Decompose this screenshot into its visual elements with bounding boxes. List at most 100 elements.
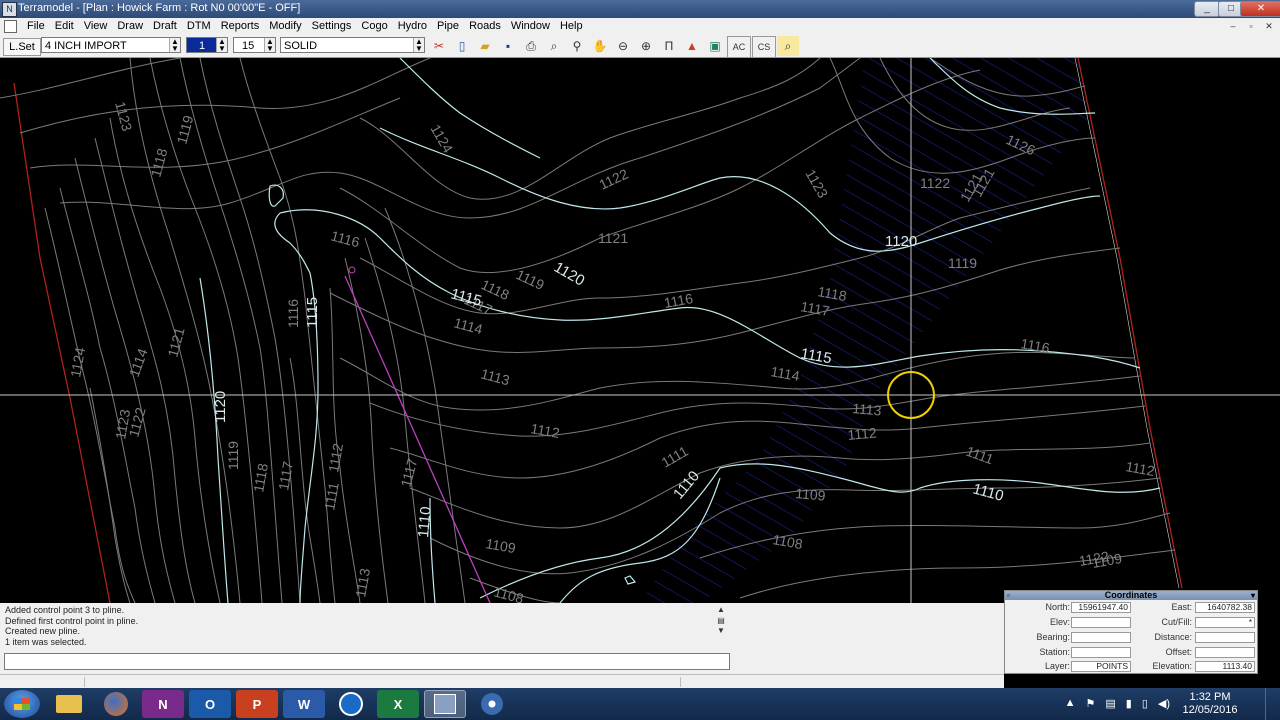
excel-icon[interactable]: X xyxy=(377,690,419,718)
layer-label: Layer: xyxy=(1044,661,1070,671)
menu-item-modify[interactable]: Modify xyxy=(264,20,306,33)
save-icon[interactable]: ▪ xyxy=(497,36,519,56)
menu-item-reports[interactable]: Reports xyxy=(216,20,265,33)
word-icon[interactable]: W xyxy=(283,690,325,718)
contour-label: 1113 xyxy=(852,400,883,418)
menu-item-help[interactable]: Help xyxy=(555,20,588,33)
bearing-field[interactable] xyxy=(1071,632,1131,643)
log-line: 1 item was selected. xyxy=(5,636,87,647)
menu-item-dtm[interactable]: DTM xyxy=(182,20,216,33)
image-icon[interactable]: ▣ xyxy=(704,36,726,56)
zoom-out-icon[interactable]: ⊖ xyxy=(612,36,634,56)
east-label: East: xyxy=(1171,602,1192,612)
network-icon[interactable]: ▮ xyxy=(1126,697,1132,710)
app-circle-icon[interactable] xyxy=(471,690,513,718)
layer-select[interactable]: 4 INCH IMPORT ▲ ▼ xyxy=(41,37,181,53)
onenote-icon[interactable]: N xyxy=(142,690,184,718)
terrain-icon[interactable]: ▲ xyxy=(681,36,703,56)
new-file-icon[interactable]: ▯ xyxy=(451,36,473,56)
menu-item-settings[interactable]: Settings xyxy=(307,20,357,33)
outlook-icon[interactable]: O xyxy=(189,690,231,718)
color-select[interactable]: 1 ▲ ▼ xyxy=(186,37,228,53)
width-spin-icon[interactable]: ▲ ▼ xyxy=(264,38,275,53)
elevation-field[interactable]: 1113.40 xyxy=(1195,661,1255,672)
mdi-restore-icon[interactable]: ▫ xyxy=(1244,20,1258,32)
menu-item-pipe[interactable]: Pipe xyxy=(432,20,464,33)
contour-label: 1112 xyxy=(1124,458,1156,479)
mdi-close-icon[interactable]: ✕ xyxy=(1262,20,1276,32)
menu-item-edit[interactable]: Edit xyxy=(50,20,79,33)
firefox-icon[interactable] xyxy=(95,690,137,718)
menu-item-view[interactable]: View xyxy=(79,20,113,33)
battery-icon[interactable]: ▯ xyxy=(1142,697,1148,710)
offset-label: Offset: xyxy=(1165,647,1192,657)
teamviewer-icon[interactable] xyxy=(330,690,372,718)
zoom-in-icon[interactable]: ⊕ xyxy=(635,36,657,56)
toolbar-icons: ✂ ▯ ▰ ▪ ⎙ ⌕ ⚲ ✋ ⊖ ⊕ Π ▲ ▣ AC CS ⌕ xyxy=(428,36,799,58)
contour-label: 1117 xyxy=(275,460,296,492)
menu-item-cogo[interactable]: Cogo xyxy=(356,20,392,33)
menu-item-window[interactable]: Window xyxy=(506,20,555,33)
north-field[interactable]: 15961947.40 xyxy=(1071,602,1131,613)
show-hidden-icon[interactable]: ▲ xyxy=(1065,697,1076,710)
file-explorer-icon[interactable] xyxy=(48,690,90,718)
lset-button[interactable]: L.Set xyxy=(3,38,41,56)
ac-icon[interactable]: AC xyxy=(727,36,751,58)
menu-item-file[interactable]: File xyxy=(22,20,50,33)
start-button[interactable] xyxy=(4,690,40,718)
flag-icon[interactable]: ⚑ xyxy=(1085,697,1095,710)
offset-field[interactable] xyxy=(1195,647,1255,658)
elev-field[interactable] xyxy=(1071,617,1131,628)
menu-item-hydro[interactable]: Hydro xyxy=(393,20,432,33)
layer-field[interactable]: POINTS xyxy=(1071,661,1131,672)
powerpoint-icon[interactable]: P xyxy=(236,690,278,718)
clock[interactable]: 1:32 PM 12/05/2016 xyxy=(1180,691,1240,717)
drawing-canvas[interactable]: 1124 1123 1121 1122 1123 1126 1116 1119 1120 1118… xyxy=(0,58,1280,603)
panel-close-icon[interactable]: ▾ xyxy=(1251,591,1255,600)
cutfill-field[interactable]: * xyxy=(1195,617,1255,628)
contour-label: 1120 xyxy=(551,259,587,290)
contour-label: 1119 xyxy=(948,255,977,271)
boundary-line-left xyxy=(13,82,111,603)
panel-menu-icon[interactable]: ▫ xyxy=(1007,591,1010,600)
close-button[interactable]: ✕ xyxy=(1240,1,1280,17)
minimize-button[interactable]: _ xyxy=(1194,1,1220,17)
volume-icon[interactable]: ◀) xyxy=(1158,697,1170,710)
tools-icon[interactable]: ✂ xyxy=(428,36,450,56)
menu-item-draw[interactable]: Draw xyxy=(112,20,148,33)
print-icon[interactable]: ⎙ xyxy=(520,36,542,56)
contour-label: 1119 xyxy=(173,113,196,145)
log-scrollbar[interactable]: ▲ ▤ ▼ xyxy=(714,605,728,651)
teams-tray-icon[interactable]: ▤ xyxy=(1105,697,1115,710)
contour-label: 1120 xyxy=(212,391,229,423)
plan-view[interactable]: 1124112311211122 1123112611161119 11201118… xyxy=(0,58,1280,603)
layer-select-value: 4 INCH IMPORT xyxy=(45,40,127,52)
show-desktop-button[interactable] xyxy=(1265,688,1280,720)
distance-field[interactable] xyxy=(1195,632,1255,643)
menu-item-draft[interactable]: Draft xyxy=(148,20,182,33)
elev-label: Elev: xyxy=(1049,617,1070,627)
contour-label: 1112 xyxy=(325,442,346,474)
pan-hand-icon[interactable]: ✋ xyxy=(589,36,611,56)
layer-spin-icon[interactable]: ▲ ▼ xyxy=(169,38,180,53)
east-field[interactable]: 1640782.38 xyxy=(1195,602,1255,613)
width-select[interactable]: 15 ▲ ▼ xyxy=(233,37,276,53)
pline-control-point[interactable] xyxy=(348,266,356,274)
command-input[interactable] xyxy=(4,653,730,670)
station-field[interactable] xyxy=(1071,647,1131,658)
terramodel-taskbar-icon[interactable] xyxy=(424,690,466,718)
zoom-extents-icon[interactable]: ⌕ xyxy=(543,36,565,56)
linetype-select[interactable]: SOLID ▲ ▼ xyxy=(280,37,425,53)
open-folder-icon[interactable]: ▰ xyxy=(474,36,496,56)
terramodel-app-icon[interactable]: N xyxy=(2,2,17,17)
coordinates-header[interactable]: ▫ Coordinates ▾ xyxy=(1005,591,1257,600)
measure-icon[interactable]: Π xyxy=(658,36,680,56)
document-icon[interactable] xyxy=(4,20,17,33)
linetype-spin-icon[interactable]: ▲ ▼ xyxy=(413,38,424,53)
menu-item-roads[interactable]: Roads xyxy=(464,20,506,33)
cs-icon[interactable]: CS xyxy=(752,36,776,58)
color-spin-icon[interactable]: ▲ ▼ xyxy=(216,38,227,53)
mdi-minimize-icon[interactable]: – xyxy=(1226,20,1240,32)
find-icon[interactable]: ⌕ xyxy=(777,36,799,56)
zoom-window-icon[interactable]: ⚲ xyxy=(566,36,588,56)
